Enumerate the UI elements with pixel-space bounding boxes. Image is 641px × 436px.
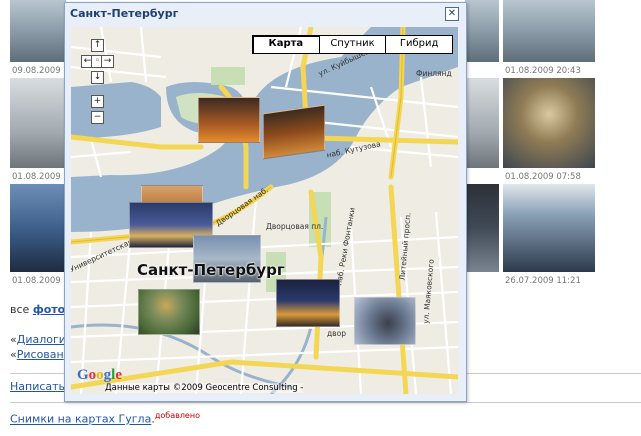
map-type-switcher: Карта Спутник Гибрид xyxy=(252,35,453,54)
up-arrow-icon[interactable]: ↑ xyxy=(91,39,104,52)
added-note: добавлено xyxy=(154,411,200,420)
photo-date: 09.08.2009 xyxy=(12,66,61,76)
photo-date: 26.07.2009 11:21 xyxy=(505,276,581,286)
gallery-photo-9[interactable] xyxy=(503,184,595,272)
minus-icon[interactable]: − xyxy=(91,111,104,124)
popup-title: Санкт-Петербург xyxy=(70,7,179,20)
city-label: Санкт-Петербург xyxy=(137,261,285,279)
gallery-photo-4[interactable] xyxy=(10,78,66,168)
divider xyxy=(10,402,641,403)
map-type-map[interactable]: Карта xyxy=(253,36,319,53)
google-logo: Google xyxy=(77,367,123,383)
related-link-1[interactable]: Диалоги xyxy=(17,333,66,346)
photo-date: 01.08.2009 xyxy=(12,172,61,182)
gallery-photo-6[interactable] xyxy=(503,78,595,168)
write-line: Написать xyxy=(10,380,65,393)
map-copyright: Данные карты ©2009 Geocentre Consulting … xyxy=(105,383,304,393)
maps-line: Снимки на картах Гугла.добавлено xyxy=(10,411,200,426)
gallery-photo-3[interactable] xyxy=(503,0,595,62)
related-link-1-row: «Диалоги xyxy=(10,333,66,346)
photo-date: 01.08.2009 20:43 xyxy=(505,66,581,76)
related-link-2[interactable]: Рисован xyxy=(17,348,64,361)
all-photos-line: все фотог xyxy=(10,303,71,316)
map-canvas[interactable]: наб. Кутузова Дворцовая наб. наб. Реки Ф… xyxy=(71,27,458,394)
map-popup: Санкт-Петербург ✕ наб. Кутузова Дворцова… xyxy=(64,2,467,402)
related-link-2-row: «Рисован xyxy=(10,348,64,361)
maps-link[interactable]: Снимки на картах Гугла xyxy=(10,413,151,426)
map-type-hybrid[interactable]: Гибрид xyxy=(385,36,452,53)
photo-date: 01.08.2009 07:58 xyxy=(505,172,581,182)
map-photo-marker[interactable] xyxy=(198,97,260,143)
close-button[interactable]: ✕ xyxy=(445,7,459,21)
map-photo-marker[interactable] xyxy=(138,289,200,335)
gallery-photo-7[interactable] xyxy=(10,184,66,272)
gallery-photo-8[interactable] xyxy=(465,184,499,272)
map-photo-marker[interactable] xyxy=(276,279,340,327)
map-photo-marker[interactable] xyxy=(263,104,325,160)
map-photo-marker[interactable] xyxy=(354,297,416,345)
photo-date: 01.08.2009 xyxy=(12,276,61,286)
right-arrow-icon[interactable]: → xyxy=(101,55,114,68)
map-type-satellite[interactable]: Спутник xyxy=(318,36,386,53)
gallery-photo-5[interactable] xyxy=(465,78,499,168)
gallery-photo-1[interactable] xyxy=(10,0,66,62)
all-prefix: все xyxy=(10,303,30,316)
plus-icon[interactable]: + xyxy=(91,95,104,108)
write-link[interactable]: Написать xyxy=(10,380,65,393)
down-arrow-icon[interactable]: ↓ xyxy=(91,71,104,84)
gallery-photo-2[interactable] xyxy=(465,0,499,62)
